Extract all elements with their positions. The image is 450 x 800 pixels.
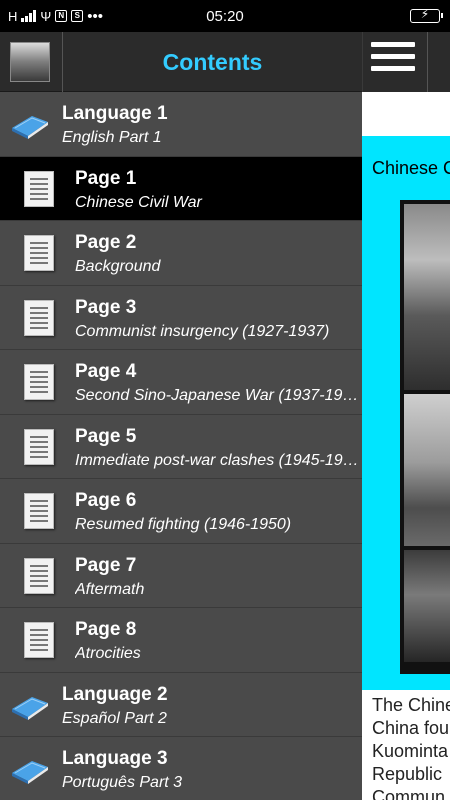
item-subtitle: Português Part 3 bbox=[62, 774, 183, 791]
battery-icon: ⚡ bbox=[410, 7, 443, 23]
article-body: The Chinese Civil War was fought between… bbox=[362, 690, 450, 800]
page-item[interactable]: Page 3 Communist insurgency (1927-1937) bbox=[0, 285, 362, 350]
page-icon bbox=[24, 299, 54, 336]
item-title: Page 6 bbox=[75, 490, 137, 511]
page-icon bbox=[24, 493, 54, 529]
book-icon bbox=[12, 696, 48, 720]
item-subtitle: Communist insurgency (1927-1937) bbox=[75, 322, 330, 340]
book-icon bbox=[12, 116, 48, 139]
photo-soldiers bbox=[404, 550, 450, 662]
language-item[interactable]: Language 3 Português Part 3 bbox=[0, 737, 362, 800]
article-image[interactable] bbox=[400, 200, 450, 674]
page-item[interactable]: Page 5 Immediate post-war clashes (1945-1… bbox=[0, 414, 362, 479]
page-item[interactable]: Page 4 Second Sino-Japanese War (1937-194… bbox=[0, 350, 362, 415]
document-title-bar bbox=[362, 92, 450, 136]
drawer-header: Contents bbox=[0, 32, 362, 92]
status-bar: H Ψ N S ••• 05:20 ⚡ bbox=[0, 0, 450, 32]
item-title: Language 3 bbox=[62, 748, 168, 769]
language-item[interactable]: Language 2 Español Part 2 bbox=[0, 672, 362, 737]
item-title: Page 3 bbox=[75, 296, 137, 318]
language-item[interactable]: Language 1 English Part 1 bbox=[0, 92, 362, 157]
item-subtitle: Atrocities bbox=[75, 645, 141, 662]
page-icon bbox=[24, 428, 54, 465]
contents-list: Language 1 English Part 1 Page 1 Chinese Ci… bbox=[0, 92, 362, 800]
item-title: Page 2 bbox=[75, 232, 137, 253]
app-thumbnail[interactable] bbox=[10, 42, 50, 82]
page-item[interactable]: Page 8 Atrocities bbox=[0, 608, 362, 673]
page-icon bbox=[24, 235, 54, 271]
book-icon bbox=[12, 761, 48, 784]
item-title: Page 7 bbox=[75, 554, 137, 576]
page-item[interactable]: Page 6 Resumed fighting (1946-1950) bbox=[0, 479, 362, 544]
page-icon bbox=[24, 557, 54, 594]
item-subtitle: Resumed fighting (1946-1950) bbox=[75, 516, 292, 533]
article-line: Kuominta bbox=[372, 741, 449, 761]
page-item[interactable]: Page 7 Aftermath bbox=[0, 543, 362, 608]
item-subtitle: Second Sino-Japanese War (1937-1945) bbox=[75, 387, 360, 404]
item-title: Page 1 bbox=[75, 167, 137, 189]
item-title: Language 2 bbox=[62, 683, 168, 705]
page-icon bbox=[24, 622, 54, 658]
item-subtitle: Background bbox=[75, 258, 161, 275]
item-title: Page 4 bbox=[75, 361, 137, 382]
item-title: Page 5 bbox=[75, 425, 137, 447]
article-heading: Chinese Civil War bbox=[372, 158, 450, 178]
page-item[interactable]: Page 1 Chinese Civil War bbox=[0, 156, 362, 221]
article-line: Commun bbox=[372, 787, 446, 800]
item-subtitle: Aftermath bbox=[75, 580, 145, 598]
item-subtitle: Immediate post-war clashes (1945-1946) bbox=[75, 451, 360, 469]
item-title: Page 8 bbox=[75, 619, 137, 640]
photo-fortification bbox=[404, 204, 450, 390]
page-item[interactable]: Page 2 Background bbox=[0, 221, 362, 286]
clock: 05:20 bbox=[206, 7, 244, 25]
menu-icon[interactable] bbox=[371, 42, 415, 82]
article-line: Republic bbox=[372, 764, 443, 784]
item-subtitle: English Part 1 bbox=[62, 129, 162, 146]
photo-troops bbox=[404, 394, 450, 546]
navigation-drawer: Contents Language 1 English Part 1 Page 1 C… bbox=[0, 32, 362, 800]
article-line: The Chinese Civil War was fought between… bbox=[372, 695, 450, 715]
article-content: Chinese Civil War bbox=[362, 136, 450, 690]
item-subtitle: Español Part 2 bbox=[62, 709, 167, 727]
page-icon bbox=[24, 364, 54, 400]
charging-icon: ⚡ bbox=[420, 7, 430, 21]
page-icon bbox=[24, 170, 54, 207]
toolbar-divider bbox=[427, 32, 428, 92]
drawer-title: Contents bbox=[162, 49, 263, 75]
item-title: Language 1 bbox=[62, 103, 168, 124]
article-line: China fou bbox=[372, 718, 450, 738]
item-subtitle: Chinese Civil War bbox=[75, 193, 202, 211]
app-toolbar bbox=[362, 32, 450, 92]
